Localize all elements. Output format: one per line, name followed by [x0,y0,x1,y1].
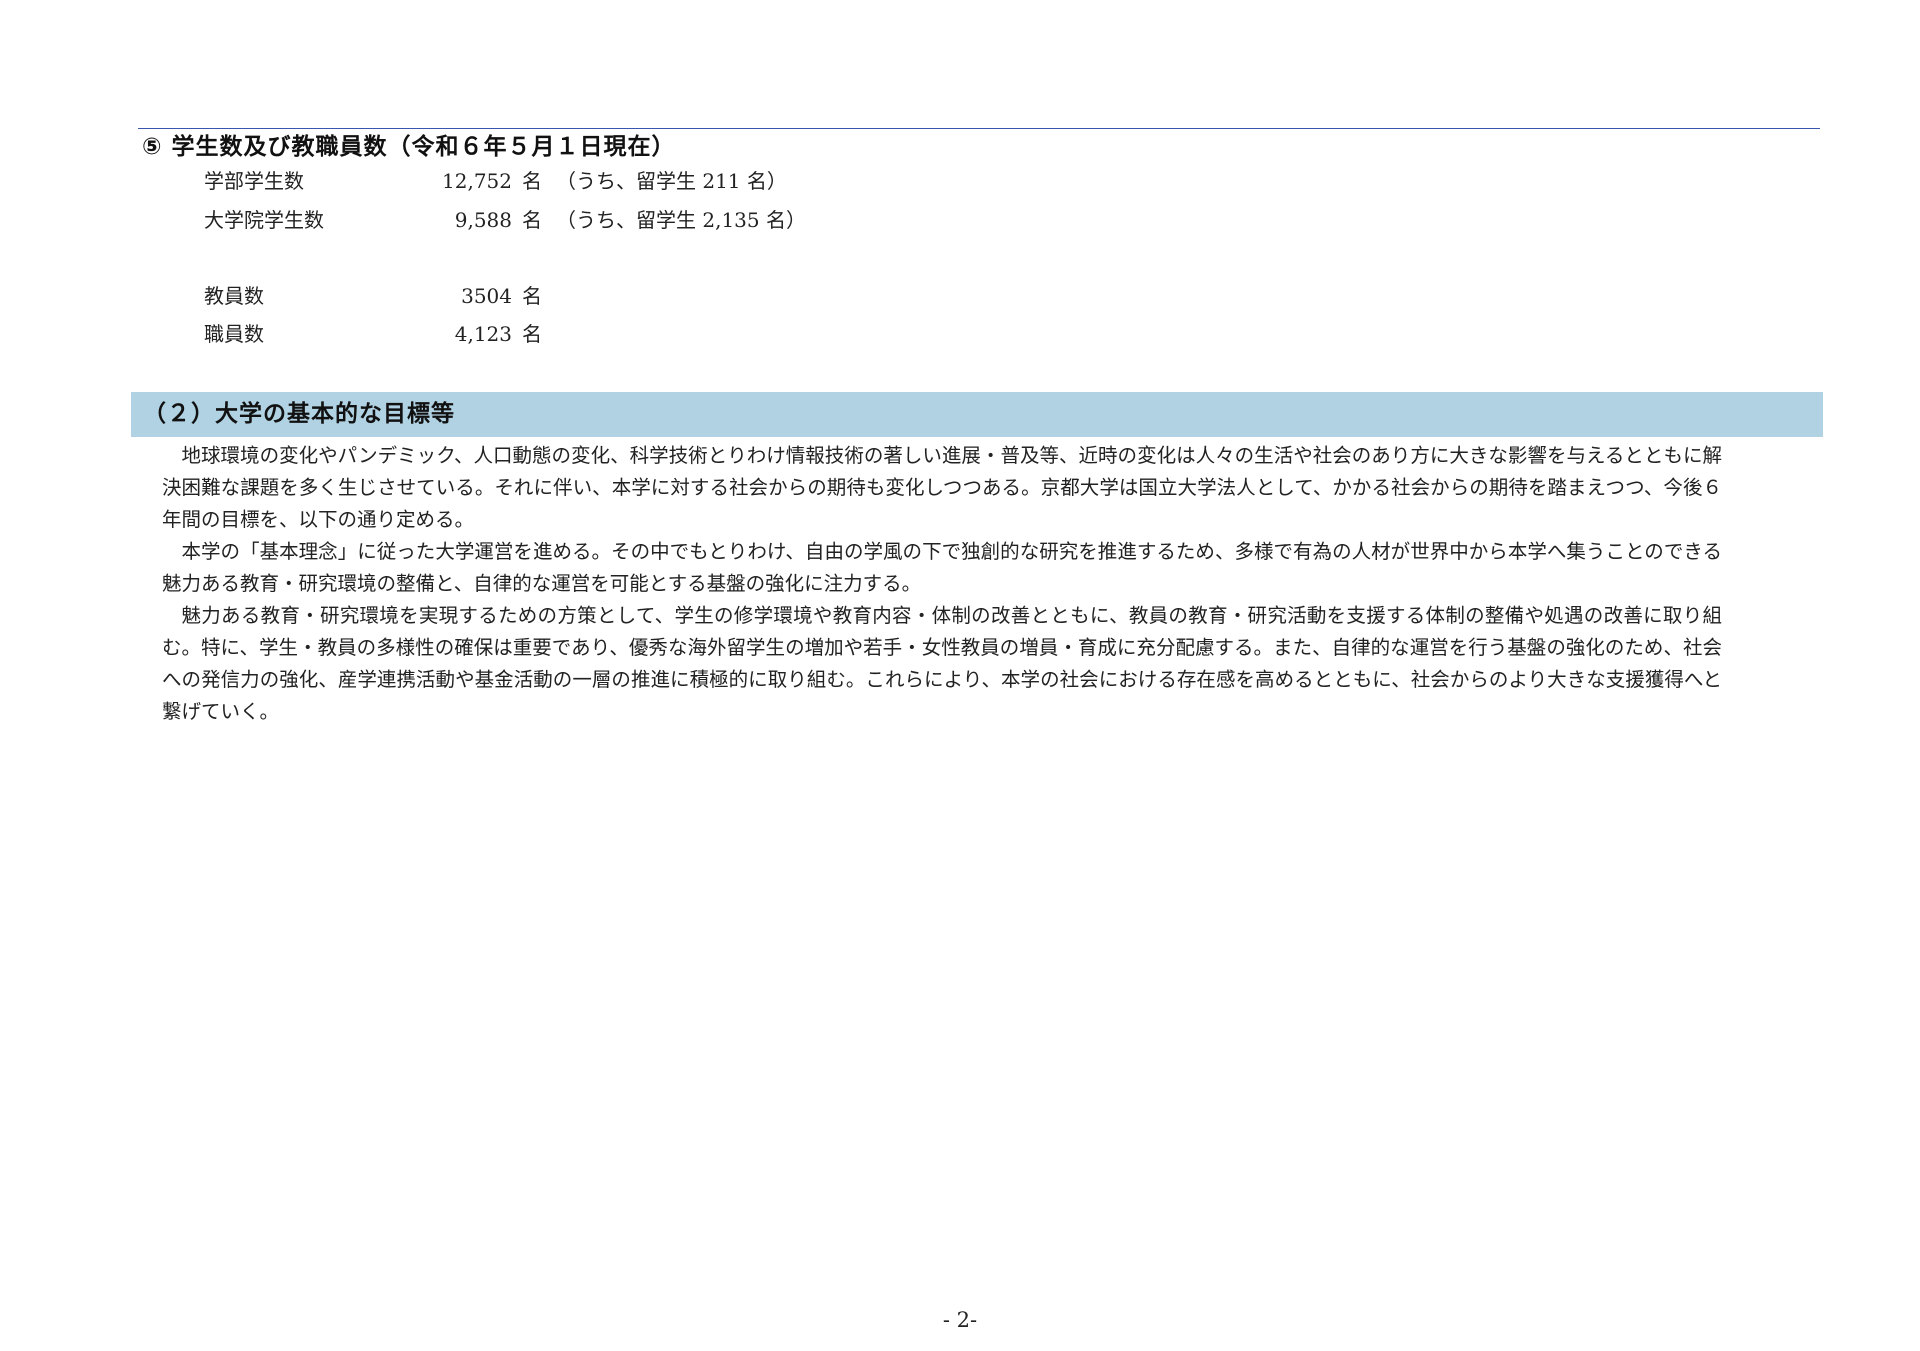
stat-count: 3504 [461,284,512,308]
stat-unit: 名 [522,322,542,346]
stat-unit: 名 [522,169,542,193]
goals-body: 地球環境の変化やパンデミック、人口動態の変化、科学技術とりわけ情報技術の著しい進… [162,440,1722,728]
goals-paragraph: 本学の「基本理念」に従った大学運営を進める。その中でもとりわけ、自由の学風の下で… [162,540,1722,595]
stat-note: （うち、留学生 211 名） [556,169,787,193]
student-staff-heading: ⑤ 学生数及び教職員数（令和６年５月１日現在） [142,134,676,160]
document-page: ⑤ 学生数及び教職員数（令和６年５月１日現在） 学部学生数 12,752 名 （… [0,0,1920,1351]
section-divider [138,128,1820,129]
stat-count: 4,123 [454,322,512,346]
page-number: - 2- [942,1308,978,1332]
stat-unit: 名 [522,284,542,308]
goals-section-header: （２）大学の基本的な目標等 [131,392,1823,437]
stat-unit: 名 [522,208,542,232]
stat-note: （うち、留学生 2,135 名） [556,208,806,232]
goals-section-title: （２）大学の基本的な目標等 [143,401,455,427]
goals-paragraph: 地球環境の変化やパンデミック、人口動態の変化、科学技術とりわけ情報技術の著しい進… [162,444,1722,531]
goals-paragraph: 魅力ある教育・研究環境を実現するための方策として、学生の修学環境や教育内容・体制… [162,604,1722,723]
stat-count: 12,752 [442,169,512,193]
stat-count: 9,588 [454,208,512,232]
